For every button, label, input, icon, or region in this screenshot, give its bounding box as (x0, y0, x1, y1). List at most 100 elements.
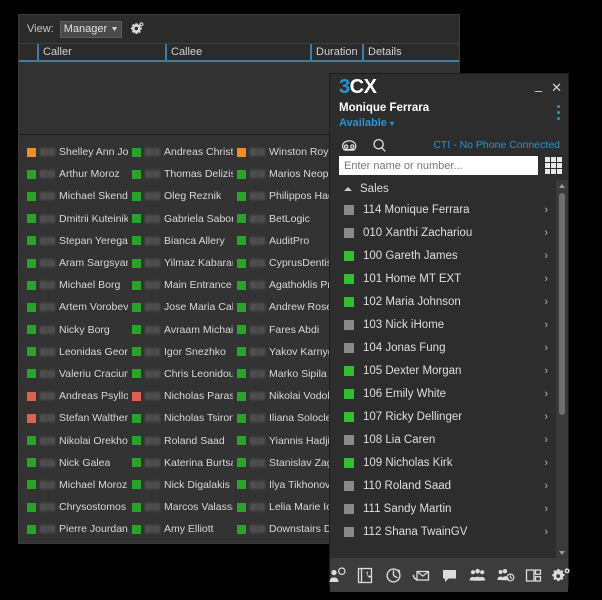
contact-row[interactable]: Fares Abdi (233, 319, 338, 341)
extension-row[interactable]: 102 Maria Johnson› (330, 290, 556, 313)
contact-row[interactable]: Aram Sargsyan (23, 252, 128, 274)
extension-row[interactable]: 010 Xanthi Zachariou› (330, 221, 556, 244)
view-dropdown[interactable]: Manager ▼ (60, 21, 122, 38)
contact-row[interactable]: Shelley Ann Johnson (23, 141, 128, 163)
contact-row[interactable]: Ilya Tikhonov (233, 474, 338, 496)
extension-row[interactable]: 111 Sandy Martin› (330, 497, 556, 520)
extension-row[interactable]: 110 Roland Saad› (330, 474, 556, 497)
contact-row[interactable]: Amy Elliott (128, 518, 233, 540)
scroll-down-arrow[interactable] (556, 547, 568, 558)
contact-row[interactable]: Dmitrii Kuteinikov (23, 208, 128, 230)
extension-row[interactable]: 100 Gareth James› (330, 244, 556, 267)
contact-row[interactable]: Nick Digalakis (128, 474, 233, 496)
contact-row[interactable]: Yilmaz Kabaran (128, 252, 233, 274)
chevron-right-icon[interactable]: › (544, 411, 548, 423)
search-icon[interactable] (372, 138, 387, 153)
chevron-right-icon[interactable]: › (544, 480, 548, 492)
contact-row[interactable]: CyprusDentist (233, 252, 338, 274)
more-options-icon[interactable] (557, 105, 560, 120)
scrollbar-thumb[interactable] (559, 193, 565, 415)
extension-row[interactable]: 101 Home MT EXT› (330, 267, 556, 290)
contact-row[interactable]: Roland Saad (128, 429, 233, 451)
contact-row[interactable]: Nikolai Vodolazov (233, 385, 338, 407)
minimize-button[interactable]: – (535, 84, 542, 97)
contact-row[interactable]: Agathoklis Prodromou (233, 274, 338, 296)
contact-row[interactable]: Main Entrance (128, 274, 233, 296)
contact-row[interactable]: Michael Borg (23, 274, 128, 296)
contact-row[interactable]: Leonidas Georgiou (23, 341, 128, 363)
contact-row[interactable]: Marcos Valassas (128, 496, 233, 518)
column-header-caller[interactable]: Caller (37, 44, 165, 60)
contact-row[interactable]: Yiannis Hadjicharala... (233, 429, 338, 451)
scroll-up-arrow[interactable] (556, 180, 568, 191)
extension-row[interactable]: 112 Shana TwainGV› (330, 520, 556, 543)
contact-row[interactable]: Artem Vorobev (23, 296, 128, 318)
recent-calls-icon[interactable] (384, 565, 403, 586)
contact-row[interactable]: Nicholas Paras (128, 385, 233, 407)
settings-gear-icon[interactable] (552, 565, 571, 586)
contact-row[interactable]: Chrysostomos Daniel (23, 496, 128, 518)
contact-row[interactable]: Nicky Borg (23, 319, 128, 341)
group-header-sales[interactable]: Sales (330, 180, 556, 198)
contact-row[interactable]: Nick Galea (23, 452, 128, 474)
chevron-right-icon[interactable]: › (544, 204, 548, 216)
contact-row[interactable]: Igor Snezhko (128, 341, 233, 363)
search-input[interactable] (339, 156, 538, 175)
extension-row[interactable]: 106 Emily White› (330, 382, 556, 405)
presence-icon[interactable] (328, 565, 347, 586)
user-status-dropdown[interactable]: Available ▾ (339, 116, 559, 131)
chevron-right-icon[interactable]: › (544, 227, 548, 239)
contact-row[interactable]: Andreas Christodoul... (128, 141, 233, 163)
extension-row[interactable]: 108 Lia Caren› (330, 428, 556, 451)
contact-row[interactable]: Gabriela Saborio Ada... (128, 208, 233, 230)
settings-gear-button[interactable] (128, 20, 146, 38)
contact-row[interactable]: Iliana Solocleous (233, 407, 338, 429)
contact-row[interactable]: Andreas Aristidou (23, 540, 128, 543)
contact-row[interactable]: Yakov Karnygin (233, 341, 338, 363)
group-presence-icon[interactable] (496, 565, 515, 586)
phone-icon[interactable] (341, 138, 358, 153)
contact-row[interactable]: Avraam Michailidis (128, 319, 233, 341)
chevron-right-icon[interactable]: › (544, 250, 548, 262)
chevron-right-icon[interactable]: › (544, 342, 548, 354)
contact-row[interactable]: Thomas Delizisis (128, 163, 233, 185)
chevron-right-icon[interactable]: › (544, 273, 548, 285)
layout-icon[interactable] (524, 565, 543, 586)
chevron-right-icon[interactable]: › (544, 365, 548, 377)
contact-row[interactable]: Lelia Marie Iona (233, 496, 338, 518)
extension-row[interactable]: 114 Monique Ferrara› (330, 198, 556, 221)
contact-row[interactable]: BetLogic (233, 208, 338, 230)
extension-row[interactable]: 107 Ricky Dellinger› (330, 405, 556, 428)
contact-row[interactable]: Nicholas Tsironis (128, 407, 233, 429)
close-button[interactable]: ✕ (551, 81, 562, 94)
dialpad-icon[interactable] (545, 157, 562, 174)
chevron-right-icon[interactable]: › (544, 457, 548, 469)
contact-row[interactable]: Stefan Walther (23, 407, 128, 429)
contact-row[interactable]: Pierre Jourdan (23, 518, 128, 540)
chevron-right-icon[interactable]: › (544, 503, 548, 515)
extension-row[interactable]: 104 Jonas Fung› (330, 336, 556, 359)
contact-row[interactable]: Philippos Hadjimichael (233, 185, 338, 207)
contact-row[interactable]: Michael Moroz (23, 474, 128, 496)
contact-row[interactable]: Andrew Rosenbaum (233, 296, 338, 318)
contact-row[interactable]: Katerina Burtsava (128, 452, 233, 474)
chevron-right-icon[interactable]: › (544, 319, 548, 331)
chevron-right-icon[interactable]: › (544, 388, 548, 400)
chevron-right-icon[interactable]: › (544, 296, 548, 308)
chat-icon[interactable] (440, 565, 459, 586)
contact-row[interactable]: Andreas Psyllos (23, 385, 128, 407)
extension-row[interactable]: 103 Nick iHome› (330, 313, 556, 336)
column-header-duration[interactable]: Duration (310, 44, 362, 60)
extension-row[interactable]: 109 Nicholas Kirk› (330, 451, 556, 474)
contact-row[interactable]: Michael Skender (23, 185, 128, 207)
conference-icon[interactable] (468, 565, 487, 586)
contact-row[interactable]: Jose Maria Caballero (128, 296, 233, 318)
call-log-icon[interactable] (356, 565, 375, 586)
extension-row[interactable]: 105 Dexter Morgan› (330, 359, 556, 382)
contact-row[interactable]: Downstairs Door (233, 518, 338, 540)
contact-row[interactable]: Marc Satzger (128, 540, 233, 543)
contact-row[interactable]: Valeriu Craciun (23, 363, 128, 385)
contact-row[interactable]: Winston Royce Smith (233, 141, 338, 163)
contact-row[interactable]: AuditPro (233, 230, 338, 252)
extensions-scrollbar[interactable] (556, 180, 568, 558)
